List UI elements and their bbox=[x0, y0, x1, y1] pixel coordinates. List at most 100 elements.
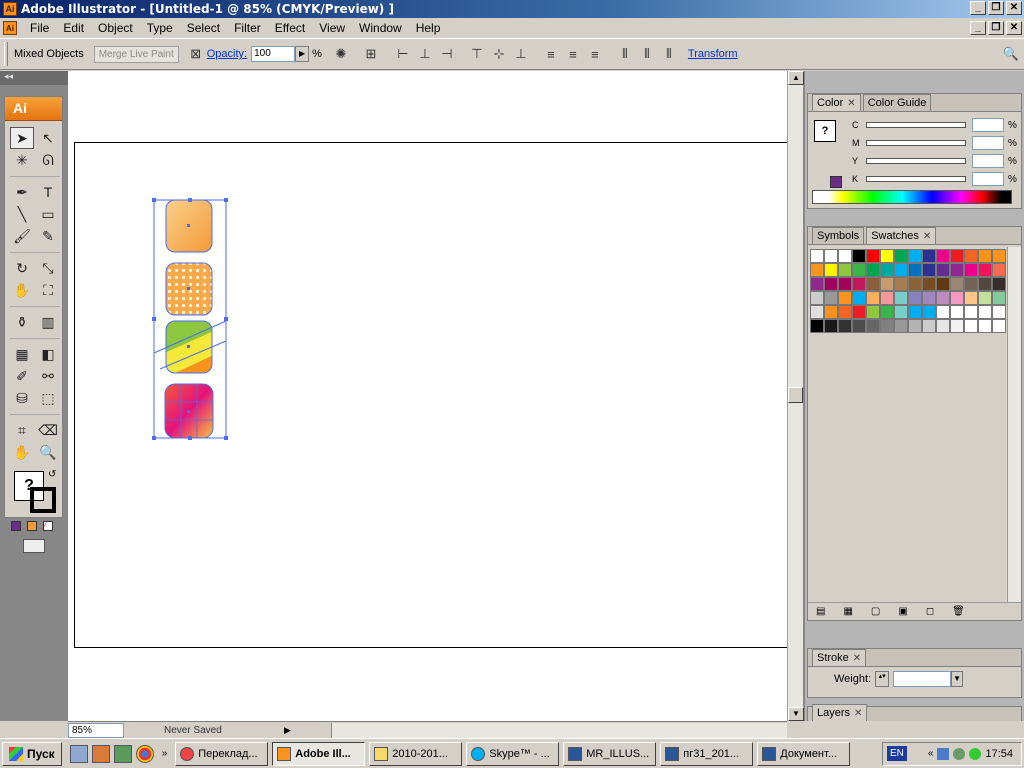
artwork[interactable] bbox=[68, 71, 787, 721]
tab-layers[interactable]: Layers ✕ bbox=[812, 704, 868, 721]
distribute-bottom-icon[interactable]: ≡ bbox=[586, 45, 604, 63]
swatch-4-1[interactable] bbox=[824, 305, 838, 319]
task-folder[interactable]: 2010-201... bbox=[369, 741, 463, 766]
swatch-1-11[interactable] bbox=[964, 263, 978, 277]
swatch-0-4[interactable] bbox=[866, 249, 880, 263]
status-menu-arrow-icon[interactable]: ▶ bbox=[284, 725, 291, 736]
swatch-2-12[interactable] bbox=[978, 277, 992, 291]
symbol-sprayer-tool-icon[interactable]: ⚱ bbox=[10, 311, 34, 333]
swatch-4-6[interactable] bbox=[894, 305, 908, 319]
none-mode-icon[interactable]: ⁄ bbox=[43, 521, 53, 531]
pen-tool-icon[interactable]: ✒ bbox=[10, 181, 34, 203]
color-mode-icon[interactable] bbox=[11, 521, 21, 531]
cyan-slider[interactable] bbox=[866, 122, 966, 128]
rectangle-tool-icon[interactable]: ▭ bbox=[36, 203, 60, 225]
show-swatch-kinds-icon[interactable]: ▦ bbox=[843, 606, 852, 617]
swatch-3-1[interactable] bbox=[824, 291, 838, 305]
menu-effect[interactable]: Effect bbox=[268, 21, 312, 35]
task-word-2[interactable]: пг31_201... bbox=[660, 741, 754, 766]
swatch-4-9[interactable] bbox=[936, 305, 950, 319]
swatch-3-11[interactable] bbox=[964, 291, 978, 305]
swatch-4-10[interactable] bbox=[950, 305, 964, 319]
swatch-2-10[interactable] bbox=[950, 277, 964, 291]
restore-button[interactable]: ❐ bbox=[988, 1, 1004, 15]
swatch-5-11[interactable] bbox=[964, 319, 978, 333]
swatch-5-6[interactable] bbox=[894, 319, 908, 333]
weight-stepper[interactable]: ▴▾ bbox=[875, 671, 890, 687]
swatch-2-13[interactable] bbox=[992, 277, 1006, 291]
swatch-1-6[interactable] bbox=[894, 263, 908, 277]
line-tool-icon[interactable]: ╲ bbox=[10, 203, 34, 225]
swatch-1-12[interactable] bbox=[978, 263, 992, 277]
swatch-0-2[interactable] bbox=[838, 249, 852, 263]
swatch-0-10[interactable] bbox=[950, 249, 964, 263]
swatch-4-2[interactable] bbox=[838, 305, 852, 319]
align-left-icon[interactable]: ⊢ bbox=[394, 45, 412, 63]
doc-minimize-button[interactable]: _ bbox=[970, 21, 986, 35]
eraser-tool-icon[interactable]: ⌫ bbox=[36, 419, 60, 441]
scroll-up-arrow-icon[interactable]: ▲ bbox=[788, 71, 804, 85]
language-indicator[interactable]: EN bbox=[887, 746, 907, 761]
bridge-icon[interactable]: 🔍 bbox=[1002, 45, 1020, 63]
swatch-5-7[interactable] bbox=[908, 319, 922, 333]
swatch-1-13[interactable] bbox=[992, 263, 1006, 277]
menu-file[interactable]: File bbox=[23, 21, 56, 35]
black-input[interactable] bbox=[972, 172, 1004, 186]
type-tool-icon[interactable]: T bbox=[36, 181, 60, 203]
distribute-top-icon[interactable]: ≡ bbox=[542, 45, 560, 63]
swatch-2-4[interactable] bbox=[866, 277, 880, 291]
swatch-1-0[interactable] bbox=[810, 263, 824, 277]
tab-stroke[interactable]: Stroke ✕ bbox=[812, 649, 867, 666]
swatch-4-8[interactable] bbox=[922, 305, 936, 319]
warp-tool-icon[interactable]: ✋ bbox=[10, 279, 34, 301]
tab-swatches[interactable]: Swatches ✕ bbox=[866, 227, 937, 244]
network-icon[interactable] bbox=[937, 747, 950, 760]
opacity-link[interactable]: Opacity: bbox=[207, 48, 247, 60]
menu-help[interactable]: Help bbox=[409, 21, 448, 35]
isolate-group-icon[interactable]: ⊠ bbox=[187, 45, 205, 63]
close-button[interactable]: ✕ bbox=[1006, 1, 1022, 15]
swatch-1-8[interactable] bbox=[922, 263, 936, 277]
selection-tool-icon[interactable]: ➤ bbox=[10, 127, 34, 149]
distribute-vcenter-icon[interactable]: ≡ bbox=[564, 45, 582, 63]
swatch-libraries-icon[interactable]: ▤ bbox=[816, 606, 825, 617]
magenta-slider[interactable] bbox=[866, 140, 966, 146]
live-paint-selection-tool-icon[interactable]: ⬚ bbox=[36, 387, 60, 409]
swatch-0-1[interactable] bbox=[824, 249, 838, 263]
swatch-1-5[interactable] bbox=[880, 263, 894, 277]
distribute-left-icon[interactable]: ⫴ bbox=[616, 45, 634, 63]
color-spectrum[interactable] bbox=[812, 190, 1012, 204]
swatch-5-2[interactable] bbox=[838, 319, 852, 333]
zoom-level-input[interactable]: 85% bbox=[68, 722, 124, 738]
swatch-3-0[interactable] bbox=[810, 291, 824, 305]
swatch-3-4[interactable] bbox=[866, 291, 880, 305]
swatch-4-7[interactable] bbox=[908, 305, 922, 319]
menu-edit[interactable]: Edit bbox=[56, 21, 91, 35]
swatch-0-9[interactable] bbox=[936, 249, 950, 263]
pencil-tool-icon[interactable]: ✎ bbox=[36, 225, 60, 247]
menu-object[interactable]: Object bbox=[91, 21, 140, 35]
swatch-4-13[interactable] bbox=[992, 305, 1006, 319]
swatch-5-13[interactable] bbox=[992, 319, 1006, 333]
swatch-0-3[interactable] bbox=[852, 249, 866, 263]
merge-live-paint-button[interactable]: Merge Live Paint bbox=[93, 45, 179, 63]
vertical-scroll-thumb[interactable] bbox=[788, 387, 803, 403]
swatch-options-icon[interactable]: ▢ bbox=[871, 606, 880, 617]
gradient-mode-icon[interactable] bbox=[27, 521, 37, 531]
align-bottom-icon[interactable]: ⊥ bbox=[512, 45, 530, 63]
weight-input[interactable] bbox=[893, 671, 952, 687]
stroke-swatch-icon[interactable] bbox=[30, 487, 56, 513]
swatch-2-9[interactable] bbox=[936, 277, 950, 291]
swatch-3-9[interactable] bbox=[936, 291, 950, 305]
quicklaunch-app-icon[interactable] bbox=[113, 744, 132, 763]
align-right-icon[interactable]: ⊣ bbox=[438, 45, 456, 63]
swatch-0-13[interactable] bbox=[992, 249, 1006, 263]
swatch-4-0[interactable] bbox=[810, 305, 824, 319]
swatch-0-8[interactable] bbox=[922, 249, 936, 263]
menu-view[interactable]: View bbox=[312, 21, 352, 35]
new-swatch-icon[interactable]: ◻ bbox=[926, 606, 934, 617]
swatch-0-12[interactable] bbox=[978, 249, 992, 263]
quicklaunch-mail-icon[interactable] bbox=[91, 744, 110, 763]
hand-tool-icon[interactable]: ✋ bbox=[10, 441, 34, 463]
close-tab-icon[interactable]: ✕ bbox=[847, 98, 855, 109]
